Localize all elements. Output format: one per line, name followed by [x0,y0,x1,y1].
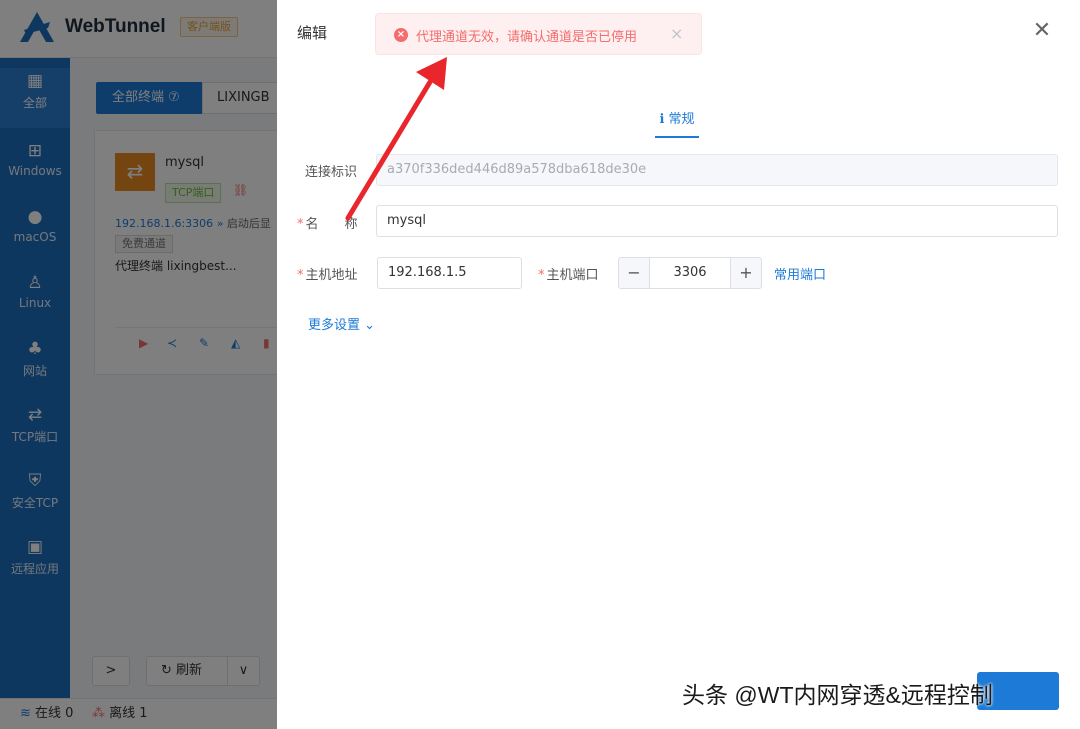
port-increment-button[interactable]: + [730,257,762,289]
host-label: * 主机地址 [297,264,358,283]
error-toast: × 代理通道无效，请确认通道是否已停用 × [375,13,702,55]
port-label-text: 主机端口 [546,268,599,283]
id-label: 连接标识 [305,165,358,180]
required-mark: * [538,268,545,283]
host-label-text: 主机地址 [305,268,358,283]
name-label-text: 名 称 [305,217,358,232]
watermark: 头条 @WT内网穿透&远程控制 [682,682,993,708]
error-icon: × [394,28,408,42]
name-label: * 名 称 [297,213,358,232]
tab-general-label: 常规 [668,112,695,127]
port-stepper-input[interactable]: 3306 [650,257,730,289]
port-decrement-button[interactable]: − [618,257,650,289]
required-mark: * [297,217,304,232]
toast-close-icon[interactable]: × [670,24,683,43]
more-settings-link[interactable]: 更多设置 ⌄ [308,314,375,333]
close-icon[interactable]: ✕ [1029,18,1055,44]
common-ports-link[interactable]: 常用端口 [774,264,826,283]
tab-general[interactable]: ℹ 常规 [655,108,699,138]
port-label: * 主机端口 [538,264,599,283]
connection-id-field: a370f336ded446d89a578dba618de30e [376,154,1058,186]
drawer-title: 编辑 [297,24,328,42]
required-mark: * [297,268,304,283]
host-address-field[interactable]: 192.168.1.5 [377,257,522,289]
name-field[interactable]: mysql [376,205,1058,237]
info-icon: ℹ [659,112,665,127]
edit-drawer: 编辑 ✕ ℹ 常规 连接标识 a370f336ded446d89a578dba61… [277,0,1080,729]
toast-message: 代理通道无效，请确认通道是否已停用 [416,30,638,45]
